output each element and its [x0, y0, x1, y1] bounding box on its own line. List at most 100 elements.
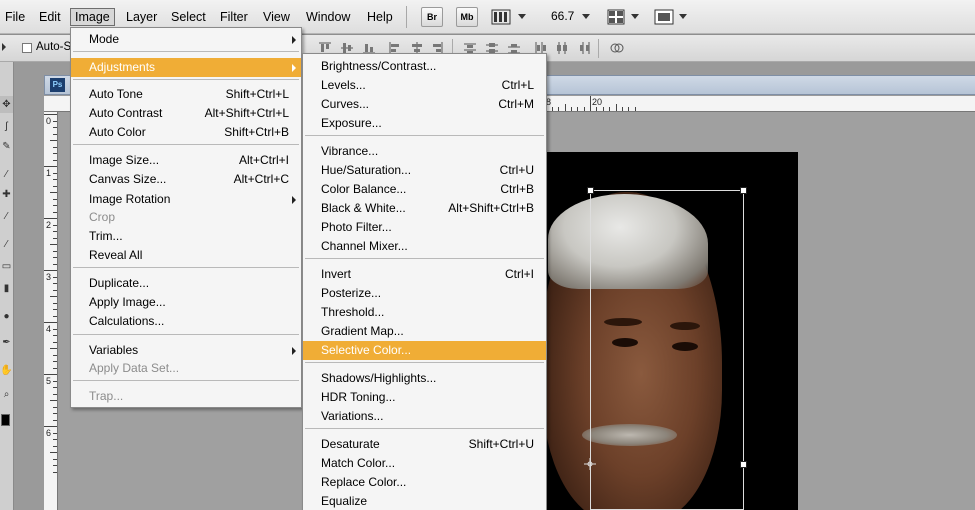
adjustments-item-color-balance[interactable]: Color Balance... Ctrl+B [303, 180, 546, 199]
adjustments-item-posterize[interactable]: Posterize... [303, 284, 546, 303]
adjustments-item-exposure[interactable]: Exposure... [303, 114, 546, 133]
menu-item-label: Auto Tone [89, 87, 143, 101]
adjustments-item-threshold[interactable]: Threshold... [303, 303, 546, 322]
eraser-tool-icon[interactable]: ▭ [0, 258, 13, 275]
distribute-right-icon[interactable] [577, 41, 591, 55]
adjustments-item-photo-filter[interactable]: Photo Filter... [303, 218, 546, 237]
move-tool-icon[interactable]: ✥ [0, 96, 13, 113]
view-extras-button[interactable] [491, 9, 511, 25]
image-menu-item-image-size[interactable]: Image Size... Alt+Ctrl+I [71, 151, 301, 170]
quick-select-tool-icon[interactable]: ✎ [0, 138, 13, 155]
image-menu-item-variables[interactable]: Variables [71, 341, 301, 360]
lasso-tool-icon[interactable]: ʃ [0, 118, 13, 135]
adjustments-item-hdr-toning[interactable]: HDR Toning... [303, 388, 546, 407]
ruler-minor-tick [53, 185, 57, 187]
vertical-ruler[interactable]: 0 1 2 3 4 5 6 [44, 112, 58, 510]
menu-layer[interactable]: Layer [122, 8, 161, 26]
mini-bridge-button[interactable]: Mb [456, 7, 478, 27]
ruler-minor-tick [50, 452, 57, 453]
menu-item-label: Shadows/Highlights... [321, 371, 437, 385]
menu-filter[interactable]: Filter [216, 8, 252, 26]
menu-window[interactable]: Window [302, 8, 354, 26]
adjustments-item-hue-saturation[interactable]: Hue/Saturation... Ctrl+U [303, 161, 546, 180]
auto-select-checkbox[interactable] [22, 43, 32, 53]
adjustments-item-selective-color[interactable]: Selective Color... [303, 341, 546, 360]
image-menu-item-duplicate[interactable]: Duplicate... [71, 274, 301, 293]
image-menu-item-auto-color[interactable]: Auto Color Shift+Ctrl+B [71, 123, 301, 142]
menu-view[interactable]: View [259, 8, 294, 26]
history-brush-icon[interactable]: ⁄ [0, 236, 13, 253]
ruler-minor-tick [577, 107, 579, 111]
menu-image[interactable]: Image [70, 8, 115, 26]
adjustments-item-replace-color[interactable]: Replace Color... [303, 473, 546, 492]
menu-item-shortcut: Shift+Ctrl+L [225, 87, 289, 101]
ruler-minor-tick [609, 107, 611, 111]
menu-item-label: Replace Color... [321, 475, 407, 489]
menu-item-label: Adjustments [89, 60, 156, 74]
adjustments-item-invert[interactable]: Invert Ctrl+I [303, 265, 546, 284]
ruler-number: 3 [46, 272, 52, 282]
gradient-tool-icon[interactable]: ▮ [0, 280, 13, 297]
zoom-tool-icon[interactable]: ⌕ [0, 386, 13, 403]
adjustments-item-equalize[interactable]: Equalize [303, 492, 546, 510]
adjustments-item-variations[interactable]: Variations... [303, 407, 546, 426]
image-menu-item-mode[interactable]: Mode [71, 30, 301, 49]
image-menu-item-apply-image[interactable]: Apply Image... [71, 293, 301, 312]
healing-tool-icon[interactable]: ✚ [0, 186, 13, 203]
chevron-down-icon[interactable] [582, 14, 590, 19]
adjustments-item-brightness-contrast[interactable]: Brightness/Contrast... [303, 57, 546, 76]
transform-bounding-box[interactable] [590, 190, 744, 510]
tool-preset-chevron-icon[interactable] [2, 43, 6, 51]
image-menu-item-auto-tone[interactable]: Auto Tone Shift+Ctrl+L [71, 85, 301, 104]
dodge-tool-icon[interactable]: ● [0, 308, 13, 325]
image-menu-item-trap: Trap... [71, 387, 301, 406]
transform-handle[interactable] [740, 461, 747, 468]
chevron-down-icon[interactable] [631, 14, 639, 19]
menu-separator [73, 267, 299, 268]
adjustments-item-curves[interactable]: Curves... Ctrl+M [303, 95, 546, 114]
image-menu-item-auto-contrast[interactable]: Auto Contrast Alt+Shift+Ctrl+L [71, 104, 301, 123]
ruler-minor-tick [50, 140, 57, 141]
menu-item-label: Canvas Size... [89, 172, 167, 186]
ruler-minor-tick [53, 146, 57, 148]
transform-handle[interactable] [740, 187, 747, 194]
menu-file[interactable]: File [1, 8, 29, 26]
adjustments-item-gradient-map[interactable]: Gradient Map... [303, 322, 546, 341]
adjustments-item-channel-mixer[interactable]: Channel Mixer... [303, 237, 546, 256]
menu-item-label: Match Color... [321, 456, 396, 470]
adjustments-item-desaturate[interactable]: Desaturate Shift+Ctrl+U [303, 435, 546, 454]
image-menu-item-reveal-all[interactable]: Reveal All [71, 246, 301, 265]
adjustments-item-levels[interactable]: Levels... Ctrl+L [303, 76, 546, 95]
image-menu-item-adjustments[interactable]: Adjustments [71, 58, 301, 77]
adjustments-item-shadows-highlights[interactable]: Shadows/Highlights... [303, 369, 546, 388]
bridge-button[interactable]: Br [421, 7, 443, 27]
adjustments-item-match-color[interactable]: Match Color... [303, 454, 546, 473]
hand-tool-icon[interactable]: ✋ [0, 362, 13, 379]
chevron-down-icon[interactable] [518, 14, 526, 19]
chevron-down-icon[interactable] [679, 14, 687, 19]
screen-mode-button[interactable] [654, 9, 674, 25]
image-menu-item-crop: Crop [71, 208, 301, 227]
arrange-documents-button[interactable] [607, 9, 625, 25]
image-menu-item-trim[interactable]: Trim... [71, 227, 301, 246]
ruler-minor-tick [50, 400, 57, 401]
transform-handle[interactable] [587, 187, 594, 194]
tools-panel: ✥ ʃ ✎ ⁄ ✚ ⁄ ⁄ ▭ ▮ ● ✒ ✋ ⌕ [0, 62, 14, 510]
adjustments-item-vibrance[interactable]: Vibrance... [303, 142, 546, 161]
brush-tool-icon[interactable]: ⁄ [0, 208, 13, 225]
adjustments-item-black-white[interactable]: Black & White... Alt+Shift+Ctrl+B [303, 199, 546, 218]
foreground-color-swatch[interactable] [1, 414, 10, 426]
menu-select[interactable]: Select [167, 8, 210, 26]
zoom-level[interactable]: 66.7 [551, 9, 574, 23]
menu-edit[interactable]: Edit [35, 8, 65, 26]
view-extras-icon [491, 9, 511, 25]
image-menu-item-canvas-size[interactable]: Canvas Size... Alt+Ctrl+C [71, 170, 301, 189]
ruler-minor-tick [50, 296, 57, 297]
pen-tool-icon[interactable]: ✒ [0, 334, 13, 351]
menu-help[interactable]: Help [363, 8, 397, 26]
image-menu-item-calculations[interactable]: Calculations... [71, 312, 301, 331]
auto-align-layers-icon[interactable] [610, 41, 624, 55]
distribute-hcenter-icon[interactable] [555, 41, 569, 55]
eyedropper-tool-icon[interactable]: ⁄ [0, 166, 13, 183]
image-menu-item-image-rotation[interactable]: Image Rotation [71, 190, 301, 209]
